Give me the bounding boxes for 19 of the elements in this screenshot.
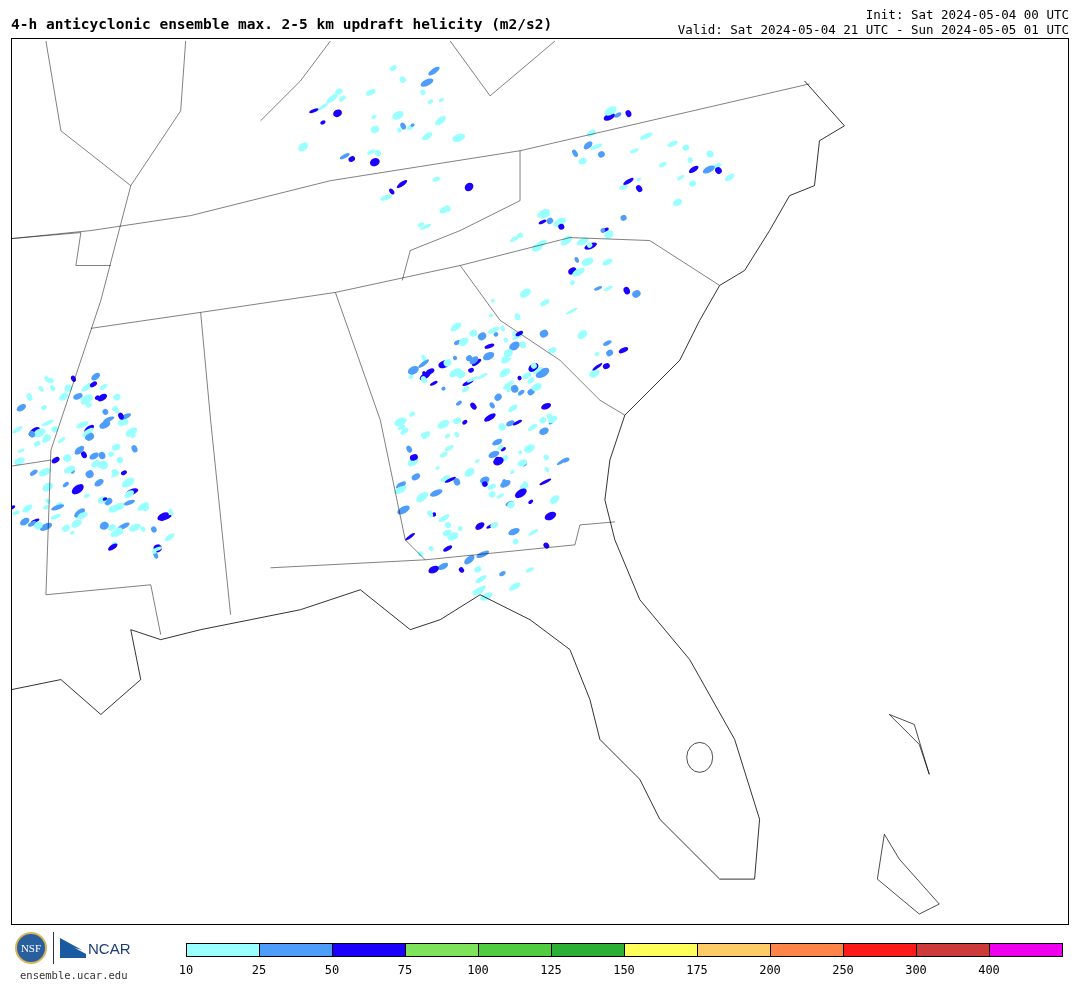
chart-title: 4-h anticyclonic ensemble max. 2-5 km updraft helicity (m2/s2) [11,16,553,34]
tick-label: 400 [978,963,1000,977]
tick-label: 175 [686,963,708,977]
tick-label: 125 [540,963,562,977]
tick-label: 25 [251,963,267,977]
tick-label: 300 [905,963,927,977]
tick-label: 50 [324,963,340,977]
tick-label: 200 [759,963,781,977]
tick-label: 250 [832,963,854,977]
ncar-logo: NCAR [88,939,131,957]
nsf-logo: NSF [15,932,47,964]
tick-label: 10 [178,963,194,977]
tick-label: 150 [613,963,635,977]
init-time: Init: Sat 2024-05-04 00 UTC [864,7,1069,22]
sail-icon [60,938,86,958]
tick-label: 75 [397,963,413,977]
valid-time: Valid: Sat 2024-05-04 21 UTC - Sun 2024-05-05 01 UTC [677,22,1069,37]
tick-label: 100 [467,963,489,977]
site-url: ensemble.ucar.edu [20,969,129,981]
